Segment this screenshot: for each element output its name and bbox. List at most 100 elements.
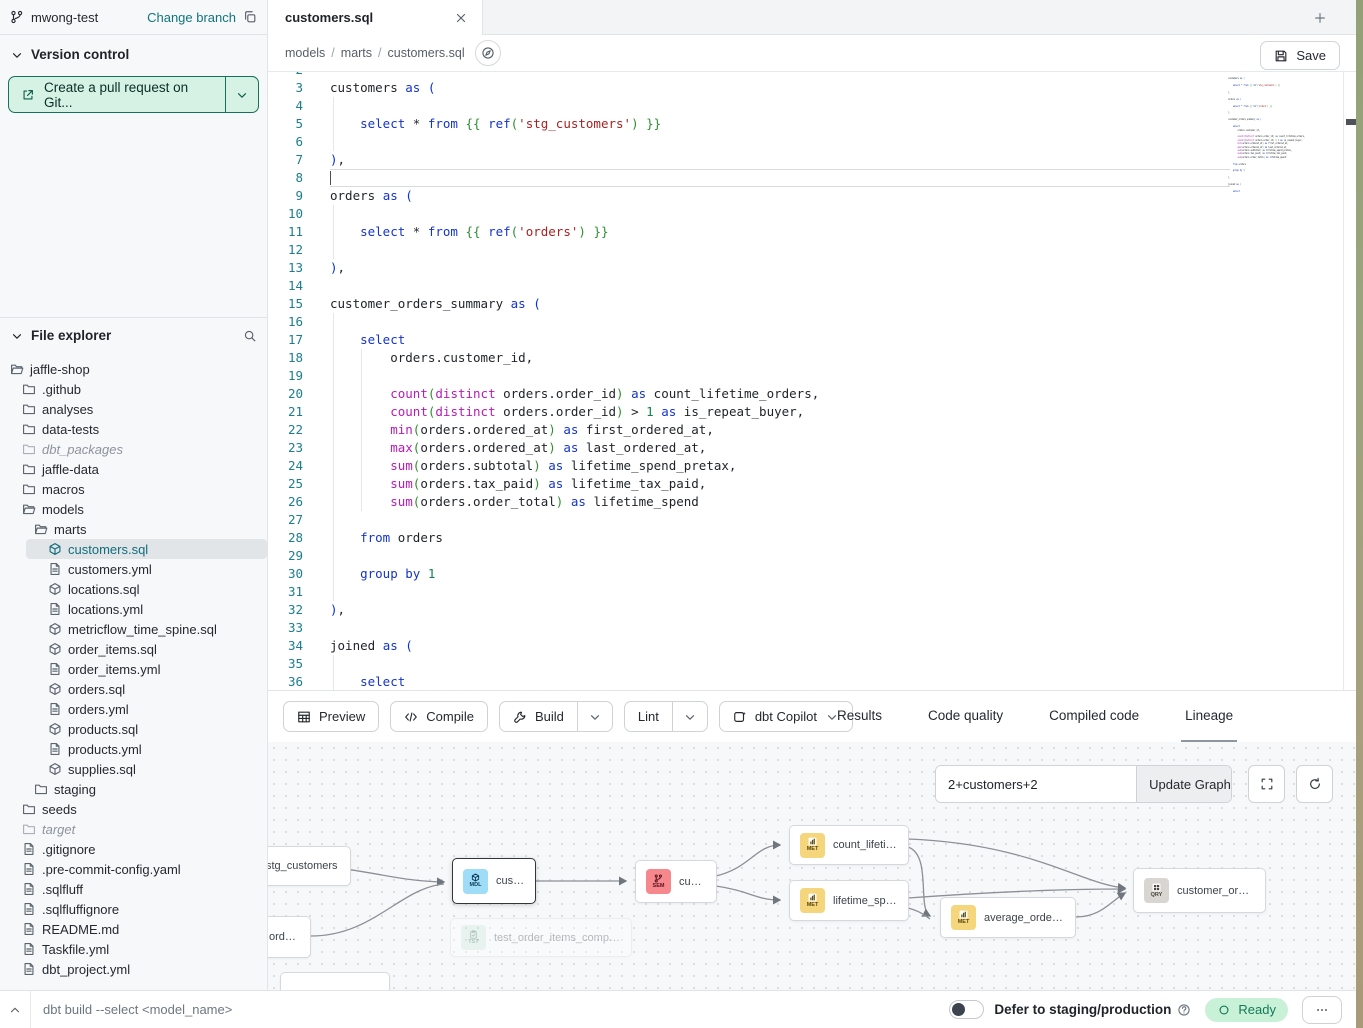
compile-button[interactable]: Compile [390, 701, 488, 732]
lineage-search-input[interactable] [936, 766, 1136, 802]
tree-item--sqlfluffignore[interactable]: .sqlfluffignore [0, 899, 267, 919]
code-line-33[interactable]: 33 [268, 619, 1343, 637]
tab-customers-sql[interactable]: customers.sql [268, 0, 483, 35]
code-editor[interactable]: 2 3customers as (4 5 select * from {{ re… [268, 72, 1343, 690]
lineage-node-partial[interactable] [280, 972, 390, 990]
code-line-29[interactable]: 29 [268, 547, 1343, 565]
tree-item-readme-md[interactable]: README.md [0, 919, 267, 939]
lineage-node-customers-semantic[interactable]: SEM customers [635, 860, 717, 903]
tree-item-orders-yml[interactable]: orders.yml [0, 699, 267, 719]
code-line-16[interactable]: 16 [268, 313, 1343, 331]
code-line-7[interactable]: 7), [268, 151, 1343, 169]
create-pr-button[interactable]: Create a pull request on Git... [8, 76, 259, 113]
tree-item--sqlfluff[interactable]: .sqlfluff [0, 879, 267, 899]
build-dropdown[interactable] [577, 702, 612, 731]
tree-item-jaffle-shop[interactable]: jaffle-shop [0, 359, 267, 379]
code-line-17[interactable]: 17 select [268, 331, 1343, 349]
lint-button[interactable]: Lint [625, 702, 672, 731]
lineage-node-customers-model[interactable]: MDL customers [452, 858, 536, 904]
create-pr-dropdown[interactable] [225, 77, 258, 112]
compass-icon[interactable] [475, 40, 501, 66]
code-line-35[interactable]: 35 [268, 655, 1343, 673]
lineage-node-test[interactable]: TST test_order_items_compute_to_bools... [450, 918, 632, 957]
tree-item-order-items-sql[interactable]: order_items.sql [0, 639, 267, 659]
tree-item-seeds[interactable]: seeds [0, 799, 267, 819]
code-line-13[interactable]: 13), [268, 259, 1343, 277]
code-line-31[interactable]: 31 [268, 583, 1343, 601]
tree-item-analyses[interactable]: analyses [0, 399, 267, 419]
code-line-4[interactable]: 4 [268, 97, 1343, 115]
expand-command-bar[interactable] [0, 991, 31, 1028]
tree-item-customers-sql[interactable]: customers.sql [26, 539, 267, 559]
tree-item-dbt-packages[interactable]: dbt_packages [0, 439, 267, 459]
code-line-8[interactable]: 8 [268, 169, 1343, 187]
tree-item--github[interactable]: .github [0, 379, 267, 399]
code-line-10[interactable]: 10 [268, 205, 1343, 223]
tree-item--gitignore[interactable]: .gitignore [0, 839, 267, 859]
tree-item-jaffle-data[interactable]: jaffle-data [0, 459, 267, 479]
breadcrumb-marts[interactable]: marts [341, 46, 372, 60]
defer-toggle[interactable] [949, 1000, 984, 1019]
tree-item-taskfile-yml[interactable]: Taskfile.yml [0, 939, 267, 959]
tree-item-supplies-sql[interactable]: supplies.sql [0, 759, 267, 779]
code-line-23[interactable]: 23 max(orders.ordered_at) as last_ordere… [268, 439, 1343, 457]
more-options-button[interactable] [1302, 996, 1342, 1024]
command-input[interactable]: dbt build --select <model_name> [43, 1002, 949, 1017]
tree-item-locations-yml[interactable]: locations.yml [0, 599, 267, 619]
code-line-5[interactable]: 5 select * from {{ ref('stg_customers') … [268, 115, 1343, 133]
code-line-15[interactable]: 15customer_orders_summary as ( [268, 295, 1343, 313]
tab-results[interactable]: Results [833, 691, 886, 743]
code-line-22[interactable]: 22 min(orders.ordered_at) as first_order… [268, 421, 1343, 439]
lineage-node-count-lifetime-orders[interactable]: MET count_lifetime_orders [789, 825, 909, 865]
editor-scrollbar[interactable] [1343, 72, 1356, 690]
code-line-6[interactable]: 6 [268, 133, 1343, 151]
copy-icon[interactable] [243, 10, 257, 24]
tree-item-target[interactable]: target [0, 819, 267, 839]
code-line-24[interactable]: 24 sum(orders.subtotal) as lifetime_spen… [268, 457, 1343, 475]
search-icon[interactable] [243, 329, 257, 343]
help-icon[interactable] [1177, 1003, 1191, 1017]
code-line-11[interactable]: 11 select * from {{ ref('orders') }} [268, 223, 1343, 241]
tree-item-metricflow-time-spine-sql[interactable]: metricflow_time_spine.sql [0, 619, 267, 639]
code-line-9[interactable]: 9orders as ( [268, 187, 1343, 205]
breadcrumb-file[interactable]: customers.sql [388, 46, 465, 60]
tree-item-order-items-yml[interactable]: order_items.yml [0, 659, 267, 679]
lineage-node-customer-order-metrics[interactable]: QRY customer_order_metrics [1133, 868, 1266, 913]
code-line-20[interactable]: 20 count(distinct orders.order_id) as co… [268, 385, 1343, 403]
save-button[interactable]: Save [1260, 41, 1340, 70]
file-explorer-header[interactable]: File explorer [0, 318, 267, 351]
tree-item-locations-sql[interactable]: locations.sql [0, 579, 267, 599]
code-line-3[interactable]: 3customers as ( [268, 79, 1343, 97]
tab-lineage[interactable]: Lineage [1181, 691, 1237, 743]
code-line-30[interactable]: 30 group by 1 [268, 565, 1343, 583]
code-line-14[interactable]: 14 [268, 277, 1343, 295]
tree-item-data-tests[interactable]: data-tests [0, 419, 267, 439]
tree-item-marts[interactable]: marts [0, 519, 267, 539]
lineage-node-lifetime-spend-pretax[interactable]: MET lifetime_spend_pretax [789, 880, 909, 921]
refresh-button[interactable] [1296, 765, 1333, 803]
tree-item-dbt-project-yml[interactable]: dbt_project.yml [0, 959, 267, 979]
close-icon[interactable] [454, 11, 468, 25]
preview-button[interactable]: Preview [283, 701, 379, 732]
editor-minimap[interactable]: 2 3customers as (4 5 select * from {{ re… [1228, 74, 1308, 199]
fullscreen-button[interactable] [1248, 765, 1285, 803]
code-line-28[interactable]: 28 from orders [268, 529, 1343, 547]
tab-code-quality[interactable]: Code quality [924, 691, 1007, 743]
new-tab-button[interactable] [1302, 0, 1338, 35]
lineage-node-orders[interactable]: orders [268, 916, 311, 958]
tree-item--pre-commit-config-yaml[interactable]: .pre-commit-config.yaml [0, 859, 267, 879]
code-line-18[interactable]: 18 orders.customer_id, [268, 349, 1343, 367]
tree-item-models[interactable]: models [0, 499, 267, 519]
update-graph-button[interactable]: Update Graph [1136, 766, 1232, 802]
change-branch-link[interactable]: Change branch [147, 10, 236, 25]
lineage-panel[interactable]: stg_customers orders MDL customers TST t… [268, 742, 1356, 990]
code-line-25[interactable]: 25 sum(orders.tax_paid) as lifetime_tax_… [268, 475, 1343, 493]
code-line-12[interactable]: 12 [268, 241, 1343, 259]
code-line-21[interactable]: 21 count(distinct orders.order_id) > 1 a… [268, 403, 1343, 421]
tree-item-staging[interactable]: staging [0, 779, 267, 799]
tree-item-products-sql[interactable]: products.sql [0, 719, 267, 739]
lineage-node-average-order-value[interactable]: MET average_order_value [940, 897, 1076, 938]
tree-item-products-yml[interactable]: products.yml [0, 739, 267, 759]
lint-dropdown[interactable] [672, 702, 707, 731]
tree-item-orders-sql[interactable]: orders.sql [0, 679, 267, 699]
